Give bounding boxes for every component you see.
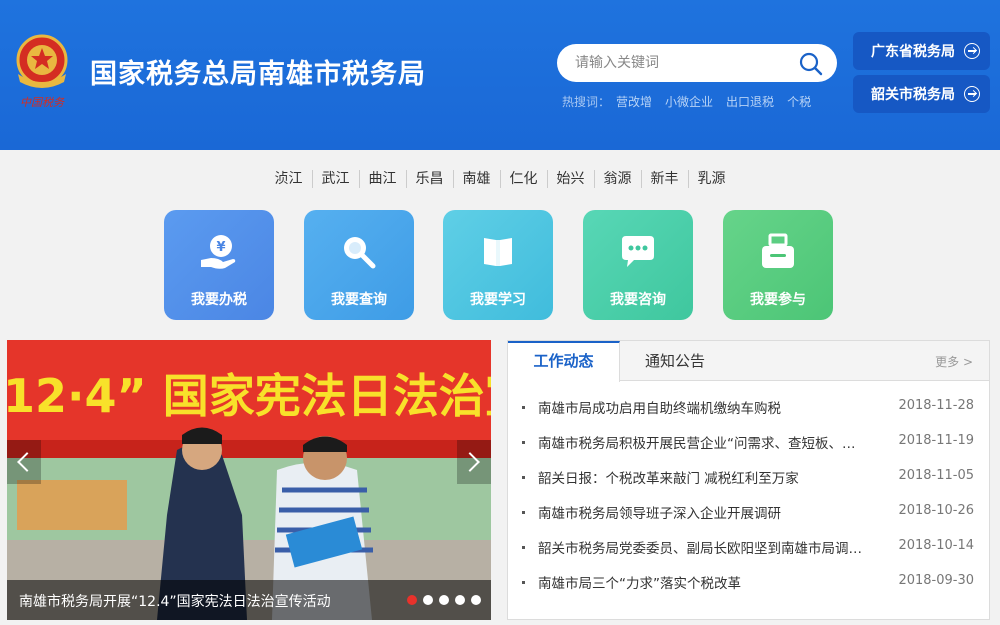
hot-keyword[interactable]: 营改增: [616, 93, 652, 110]
county-link[interactable]: 仁化: [499, 170, 547, 188]
county-link[interactable]: 始兴: [546, 170, 594, 188]
tile-label: 我要办税: [191, 292, 247, 308]
county-link[interactable]: 武江: [311, 170, 359, 188]
carousel-dot[interactable]: [471, 595, 481, 605]
search-icon[interactable]: [799, 52, 823, 76]
carousel-dot[interactable]: [439, 595, 449, 605]
news-item[interactable]: 南雄市税务局积极开展民营企业“问需求、查短板、… 2018-11-19: [522, 432, 974, 467]
carousel-dot[interactable]: [407, 595, 417, 605]
svg-text:12·4” 国家宪法日法治宣: 12·4” 国家宪法日法治宣: [7, 369, 491, 423]
carousel-prev-button[interactable]: [7, 440, 41, 484]
tile-learn[interactable]: 我要学习: [443, 210, 553, 320]
county-link[interactable]: 乳源: [687, 170, 735, 188]
news-tabs: 工作动态 通知公告 更多 >: [508, 341, 989, 382]
link-label: 广东省税务局: [871, 44, 955, 60]
news-item[interactable]: 南雄市局成功启用自助终端机缴纳车购税 2018-11-28: [522, 397, 974, 432]
search-box: [557, 44, 837, 82]
tax-payment-icon: ¥: [199, 232, 239, 272]
county-nav: 浈江 武江 曲江 乐昌 南雄 仁化 始兴 翁源 新丰 乳源: [0, 170, 1000, 188]
news-item[interactable]: 南雄市局三个“力求”落实个税改革 2018-09-30: [522, 572, 974, 607]
news-title[interactable]: 南雄市税务局领导班子深入企业开展调研: [538, 502, 888, 522]
tile-label: 我要参与: [750, 292, 806, 308]
news-panel: 工作动态 通知公告 更多 > 南雄市局成功启用自助终端机缴纳车购税 2018-1…: [507, 340, 990, 620]
svg-text:中国税务: 中国税务: [20, 96, 65, 109]
search-input[interactable]: [575, 44, 795, 82]
arrow-right-circle-icon: [964, 43, 980, 59]
tile-label: 我要查询: [331, 292, 387, 308]
hot-keyword[interactable]: 出口退税: [726, 93, 774, 110]
news-title[interactable]: 韶关市税务局党委委员、副局长欧阳坚到南雄市局调…: [538, 537, 888, 557]
news-date: 2018-10-26: [898, 503, 974, 518]
county-link[interactable]: 南雄: [452, 170, 500, 188]
carousel-dot[interactable]: [455, 595, 465, 605]
news-date: 2018-09-30: [898, 573, 974, 588]
tab-work-news[interactable]: 工作动态: [508, 341, 620, 382]
news-date: 2018-11-05: [898, 468, 974, 483]
bullet: [522, 406, 525, 409]
news-date: 2018-11-28: [898, 398, 974, 413]
tile-label: 我要学习: [470, 292, 526, 308]
shaoguan-tax-bureau-link[interactable]: 韶关市税务局: [853, 75, 990, 113]
link-label: 韶关市税务局: [871, 87, 955, 103]
carousel-caption[interactable]: 南雄市税务局开展“12.4”国家宪法日法治宣传活动: [19, 591, 331, 611]
bullet: [522, 441, 525, 444]
tile-participate[interactable]: 我要参与: [723, 210, 833, 320]
caption-bar: 南雄市税务局开展“12.4”国家宪法日法治宣传活动: [7, 580, 491, 620]
search-icon: [339, 232, 379, 272]
county-link[interactable]: 翁源: [593, 170, 641, 188]
news-title[interactable]: 南雄市税务局积极开展民营企业“问需求、查短板、…: [538, 432, 888, 452]
county-link[interactable]: 曲江: [358, 170, 406, 188]
svg-text:¥: ¥: [216, 240, 225, 255]
hot-keyword[interactable]: 个税: [787, 93, 811, 110]
tab-notices[interactable]: 通知公告: [620, 341, 730, 381]
more-link[interactable]: 更多 >: [935, 353, 973, 370]
county-link[interactable]: 乐昌: [405, 170, 453, 188]
news-date: 2018-10-14: [898, 538, 974, 553]
news-title[interactable]: 韶关日报：个税改革来敲门 减税红利至万家: [538, 467, 888, 487]
news-date: 2018-11-19: [898, 433, 974, 448]
county-link[interactable]: 浈江: [266, 170, 312, 188]
tile-consult[interactable]: 我要咨询: [583, 210, 693, 320]
hot-keywords: 热搜词： 营改增 小微企业 出口退税 个税: [562, 93, 824, 110]
county-link[interactable]: 新丰: [640, 170, 688, 188]
tax-emblem-logo[interactable]: 中国税务: [8, 30, 76, 110]
tile-query[interactable]: 我要查询: [304, 210, 414, 320]
carousel-pagination: [407, 595, 481, 605]
news-carousel[interactable]: 12·4” 国家宪法日法治宣 南雄市税务局开展“12.4”国家宪法日法治宣传活动: [7, 340, 491, 620]
news-title[interactable]: 南雄市局成功启用自助终端机缴纳车购税: [538, 397, 888, 417]
carousel-dot[interactable]: [423, 595, 433, 605]
bullet: [522, 546, 525, 549]
news-item[interactable]: 韶关日报：个税改革来敲门 减税红利至万家 2018-11-05: [522, 467, 974, 502]
site-header: 中国税务 国家税务总局南雄市税务局 热搜词： 营改增 小微企业 出口退税 个税 …: [0, 0, 1000, 150]
hot-keyword[interactable]: 小微企业: [665, 93, 713, 110]
news-title[interactable]: 南雄市局三个“力求”落实个税改革: [538, 572, 888, 592]
news-list: 南雄市局成功启用自助终端机缴纳车购税 2018-11-28 南雄市税务局积极开展…: [522, 397, 974, 607]
arrow-right-circle-icon: [964, 86, 980, 102]
site-title: 国家税务总局南雄市税务局: [90, 59, 426, 90]
tile-label: 我要咨询: [610, 292, 666, 308]
hot-keywords-label: 热搜词：: [562, 95, 611, 109]
news-item[interactable]: 南雄市税务局领导班子深入企业开展调研 2018-10-26: [522, 502, 974, 537]
carousel-next-button[interactable]: [457, 440, 491, 484]
chat-icon: [618, 232, 658, 272]
ballot-box-icon: [758, 232, 798, 272]
book-icon: [478, 232, 518, 272]
news-item[interactable]: 韶关市税务局党委委员、副局长欧阳坚到南雄市局调… 2018-10-14: [522, 537, 974, 572]
bullet: [522, 581, 525, 584]
tile-pay-tax[interactable]: ¥ 我要办税: [164, 210, 274, 320]
bullet: [522, 511, 525, 514]
carousel-photo: 12·4” 国家宪法日法治宣: [7, 340, 491, 620]
guangdong-tax-bureau-link[interactable]: 广东省税务局: [853, 32, 990, 70]
bullet: [522, 476, 525, 479]
